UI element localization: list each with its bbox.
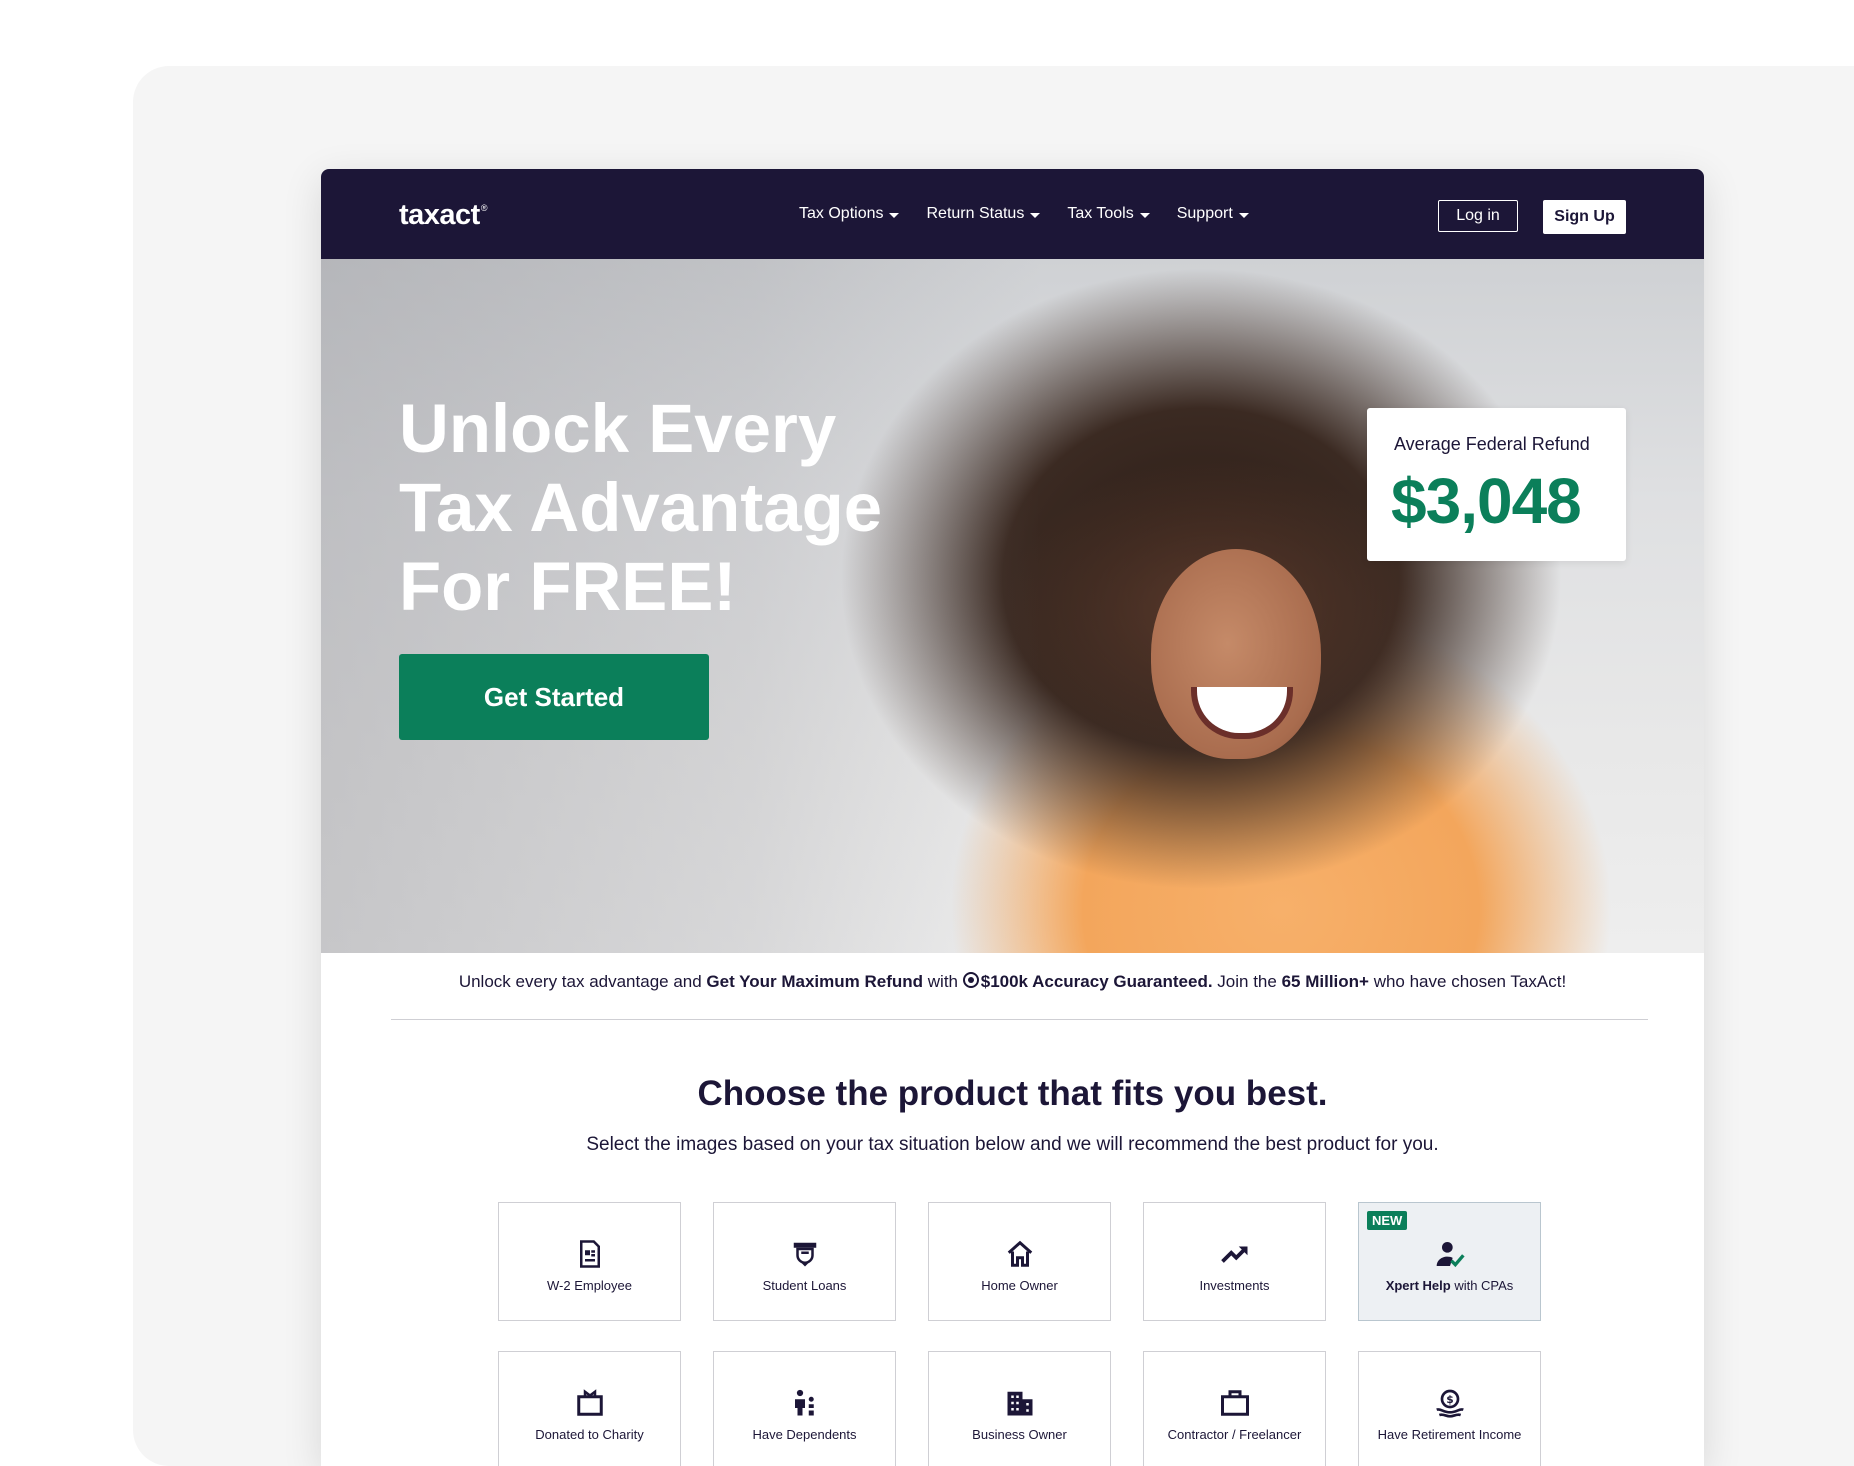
tile-investments[interactable]: Investments [1143,1202,1326,1321]
refund-card: Average Federal Refund $3,048 [1367,408,1626,561]
new-badge: NEW [1367,1211,1408,1230]
trending-up-icon [1219,1238,1251,1270]
tile-donated-to-charity[interactable]: Donated to Charity [498,1351,681,1466]
value-proposition-strip: Unlock every tax advantage and Get Your … [458,972,1567,991]
tile-student-loans[interactable]: Student Loans [713,1202,896,1321]
section-title: Choose the product that fits you best. [697,1074,1328,1113]
divider [391,1019,1648,1020]
signup-button[interactable]: Sign Up [1543,200,1626,234]
person-check-icon [1434,1238,1466,1270]
tile-label: W-2 Employee [546,1278,632,1293]
tax-situation-grid: W-2 Employee Student Loans Home Owner In… [498,1202,1543,1466]
tile-label: Investments [1199,1278,1270,1293]
hero-title: Unlock Every Tax Advantage For FREE! [399,390,883,625]
target-icon [962,972,979,988]
building-icon [1004,1387,1036,1419]
section-subtitle: Select the images based on your tax situ… [586,1134,1439,1155]
tile-label: Business Owner [972,1427,1067,1442]
taxact-logo[interactable]: taxact® [399,199,487,232]
refund-value: $3,048 [1391,465,1582,537]
caret-down-icon [889,213,900,218]
top-navbar: taxact® Tax Options Return Status Tax To… [321,169,1704,259]
hero-banner: Unlock Every Tax Advantage For FREE! Get… [321,259,1704,953]
get-started-button[interactable]: Get Started [399,654,709,740]
money-hand-icon: $ [1434,1387,1466,1419]
graduation-cap-icon [789,1238,821,1270]
nav-support[interactable]: Support [1177,205,1249,223]
tile-contractor-freelancer[interactable]: Contractor / Freelancer [1143,1351,1326,1466]
tile-label: Donated to Charity [535,1427,644,1442]
refund-label: Average Federal Refund [1394,434,1590,454]
tile-label: Contractor / Freelancer [1167,1427,1302,1442]
login-button[interactable]: Log in [1438,200,1518,232]
briefcase-icon [1219,1387,1251,1419]
tile-business-owner[interactable]: Business Owner [928,1351,1111,1466]
family-icon [789,1387,821,1419]
gift-box-icon [574,1387,606,1419]
main-menu: Tax Options Return Status Tax Tools Supp… [799,169,1249,259]
nav-return-status[interactable]: Return Status [926,205,1041,223]
document-icon [574,1238,606,1270]
caret-down-icon [1238,213,1249,218]
nav-tax-tools[interactable]: Tax Tools [1067,205,1150,223]
tile-label: Student Loans [762,1278,847,1293]
tile-home-owner[interactable]: Home Owner [928,1202,1111,1321]
tile-label: Have Dependents [752,1427,857,1442]
nav-tax-options[interactable]: Tax Options [799,205,900,223]
tile-label: Xpert Help with CPAs [1385,1278,1514,1293]
caret-down-icon [1139,213,1150,218]
svg-text:$: $ [1446,1393,1453,1406]
home-icon [1004,1238,1036,1270]
browser-screenshot: taxact® Tax Options Return Status Tax To… [321,169,1704,1466]
tile-have-dependents[interactable]: Have Dependents [713,1351,896,1466]
tile-w2-employee[interactable]: W-2 Employee [498,1202,681,1321]
tile-label: Home Owner [981,1278,1058,1293]
caret-down-icon [1030,213,1041,218]
tile-xpert-help[interactable]: NEW Xpert Help with CPAs [1358,1202,1541,1321]
tile-have-retirement-income[interactable]: $ Have Retirement Income [1358,1351,1541,1466]
tile-label: Have Retirement Income [1377,1427,1522,1442]
